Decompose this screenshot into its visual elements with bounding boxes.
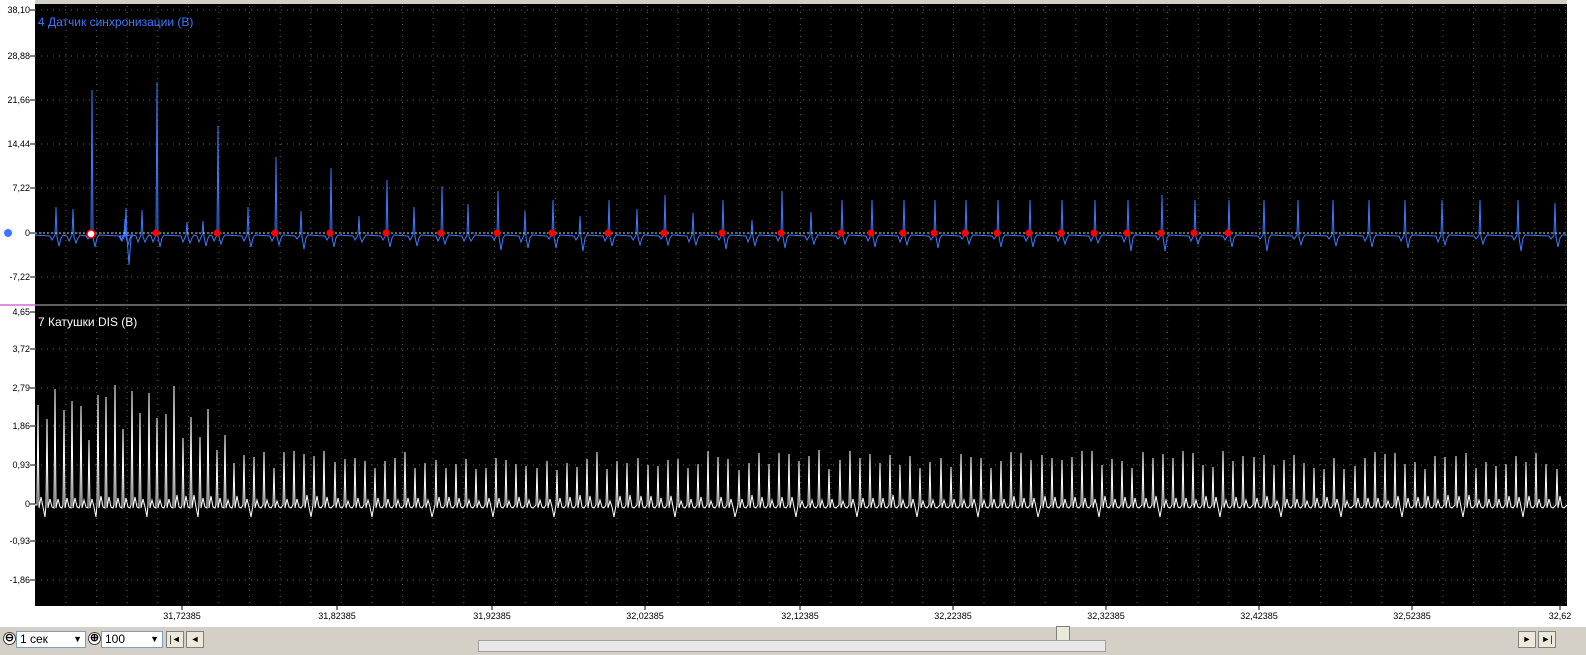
time-tick-label: 32,52385 <box>1393 611 1431 621</box>
y-tick-label: -7,22 <box>9 272 30 282</box>
y-tick-label: 3,72 <box>12 344 30 354</box>
chevron-down-icon: ▼ <box>150 634 159 644</box>
amplitude-scale-value: 100 <box>105 632 126 646</box>
y-tick-label: -1,86 <box>9 575 30 585</box>
channel1-title: 4 Датчик синхронизации (В) <box>38 15 193 29</box>
sync-marker <box>660 229 668 237</box>
zoom-out-button[interactable]: ⊖ <box>3 632 16 645</box>
y-tick-label: 38,10 <box>7 5 30 15</box>
sync-marker <box>1090 229 1098 237</box>
time-tick-label: 31,72385 <box>163 611 201 621</box>
sync-marker <box>271 229 279 237</box>
time-tick-label: 32,62 <box>1549 611 1572 621</box>
channel1-offset-handle[interactable] <box>4 229 12 237</box>
sync-marker <box>1057 229 1065 237</box>
sync-marker <box>1157 229 1165 237</box>
y-tick-label: 0 <box>25 499 30 509</box>
first-button[interactable]: |◄ <box>166 631 184 648</box>
time-tick-label: 32,32385 <box>1087 611 1125 621</box>
channel2-title: 7 Катушки DIS (В) <box>38 315 137 329</box>
sync-marker <box>961 229 969 237</box>
prev-button[interactable]: ◄ <box>186 631 204 648</box>
sync-marker <box>152 229 160 237</box>
sync-marker <box>1224 229 1232 237</box>
time-tick-label: 31,92385 <box>473 611 511 621</box>
time-scale-value: 1 сек <box>20 632 48 646</box>
sync-marker <box>382 229 390 237</box>
last-button[interactable]: ►| <box>1538 631 1556 648</box>
y-axis-panel <box>0 0 35 606</box>
y-tick-label: 1,86 <box>12 421 30 431</box>
y-tick-label: 4,65 <box>12 307 30 317</box>
horizontal-scrollbar[interactable] <box>478 640 1106 652</box>
sync-marker-selected <box>86 229 96 239</box>
time-axis: 31,72385 31,82385 31,92385 32,02385 32,12385… <box>0 606 1586 626</box>
sync-marker <box>1025 229 1033 237</box>
y-tick-label: 2,79 <box>12 383 30 393</box>
sync-marker <box>899 229 907 237</box>
sync-marker <box>930 229 938 237</box>
next-button[interactable]: ► <box>1518 631 1536 648</box>
right-border-panel <box>1567 0 1586 606</box>
sync-marker <box>777 229 785 237</box>
sync-marker <box>993 229 1001 237</box>
sync-marker <box>437 229 445 237</box>
waveform-canvas[interactable]: 38,10 28,88 21,66 14,44 7,22 0 -7,22 4,65 3,72 2,… <box>0 0 1586 606</box>
zoom-in-button[interactable]: ⊕ <box>88 632 101 645</box>
sync-marker <box>1123 229 1131 237</box>
time-tick-label: 32,12385 <box>781 611 819 621</box>
sync-marker <box>548 229 556 237</box>
channel1-panel <box>35 4 1567 305</box>
time-axis-svg: 31,72385 31,82385 31,92385 32,02385 32,12385… <box>163 606 1572 621</box>
sync-marker <box>493 229 501 237</box>
sync-marker <box>1190 229 1198 237</box>
sync-marker <box>718 229 726 237</box>
y-tick-label: 7,22 <box>12 183 30 193</box>
amplitude-scale-select[interactable]: 100 ▼ <box>101 631 163 648</box>
time-tick-label: 32,02385 <box>626 611 664 621</box>
time-scale-select[interactable]: 1 сек ▼ <box>16 631 86 648</box>
sync-marker <box>837 229 845 237</box>
time-tick-label: 31,82385 <box>318 611 356 621</box>
chevron-down-icon: ▼ <box>73 634 82 644</box>
sync-marker <box>867 229 875 237</box>
channel2-panel <box>35 305 1567 606</box>
sync-marker <box>213 229 221 237</box>
oscilloscope-window: 38,10 28,88 21,66 14,44 7,22 0 -7,22 4,65 3,72 2,… <box>0 0 1586 655</box>
time-tick-label: 32,22385 <box>934 611 972 621</box>
time-tick-label: 32,42385 <box>1240 611 1278 621</box>
sync-marker <box>326 229 334 237</box>
sync-marker <box>604 229 612 237</box>
y-tick-label: 28,88 <box>7 51 30 61</box>
y-tick-label: -0,93 <box>9 536 30 546</box>
y-tick-label: 14,44 <box>7 139 30 149</box>
y-tick-label: 0,93 <box>12 460 30 470</box>
y-tick-label: 0 <box>25 228 30 238</box>
y-tick-label: 21,66 <box>7 95 30 105</box>
